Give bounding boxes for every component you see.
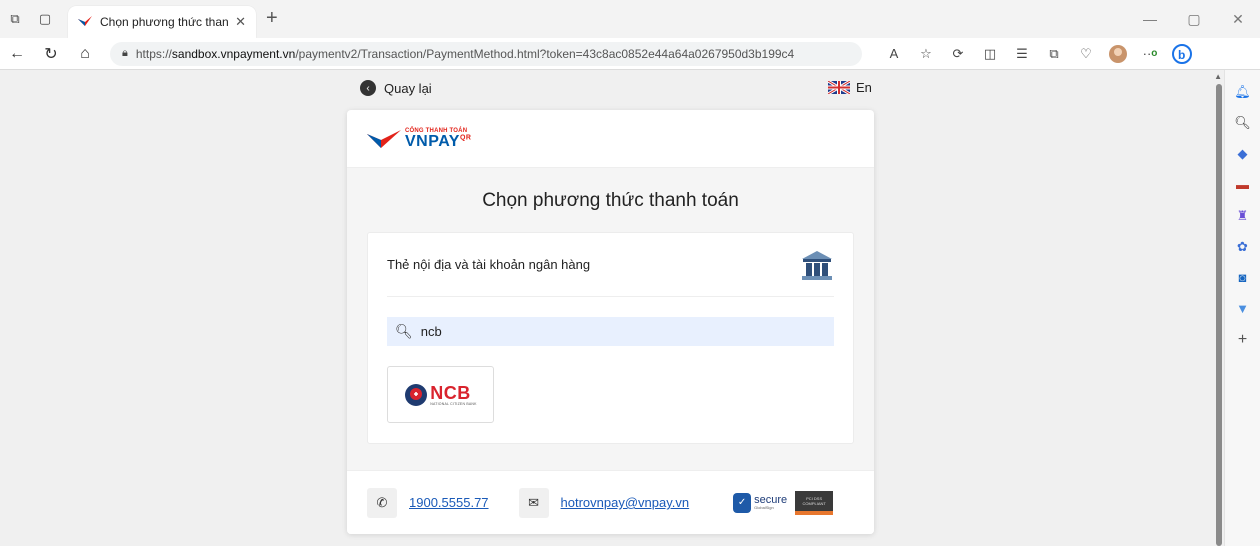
edge-sidebar: 🔔︎ 🔍︎ ◆ ▬ ♜ ✿ ◙ ▼ + (1224, 70, 1260, 546)
read-aloud-icon[interactable]: A (878, 38, 910, 70)
bank-search-input[interactable] (420, 324, 821, 339)
reload-icon[interactable]: ↻ (34, 38, 68, 70)
tools-briefcase-icon[interactable]: ▬ (1229, 169, 1257, 200)
svg-text:b: b (1178, 48, 1185, 62)
payment-card: CỔNG THANH TOÁN VNPAYQR Chọn phương thức… (347, 110, 874, 534)
favorite-star-icon[interactable]: ☆ (910, 38, 942, 70)
language-label: En (856, 80, 872, 95)
ncb-subtitle: NATIONAL CITIZEN BANK (430, 401, 477, 406)
bank-tile-ncb[interactable]: NCB NATIONAL CITIZEN BANK (387, 366, 494, 423)
copilot-badge: o (1151, 48, 1158, 59)
minimize-icon[interactable]: — (1128, 0, 1172, 38)
profile-avatar[interactable] (1102, 38, 1134, 70)
workspaces-icon[interactable]: ⧉ (0, 4, 30, 34)
uk-flag-icon (828, 81, 850, 94)
microsoft-365-icon[interactable]: ✿ (1229, 231, 1257, 262)
tab-actions-icon[interactable]: ▢ (30, 4, 60, 34)
search-icon: 🔍︎ (395, 323, 413, 339)
support-email-link[interactable]: hotrovnpay@vnpay.vn (561, 495, 690, 510)
vnpay-logo: CỔNG THANH TOÁN VNPAYQR (367, 128, 471, 150)
logo-sup-text: QR (459, 134, 472, 142)
back-label: Quay lại (384, 80, 432, 96)
url-path: /paymentv2/Transaction/PaymentMethod.htm… (295, 46, 795, 61)
secure-sub: GlobalSign (754, 505, 774, 510)
ncb-logo-icon (405, 383, 428, 406)
lock-icon[interactable]: 🔒︎ (122, 47, 128, 60)
logo-big-text: VNPAY (405, 132, 460, 150)
shopping-tag-icon[interactable]: ◆ (1229, 138, 1257, 169)
phone-icon: ✆ (367, 487, 397, 518)
hotline-link[interactable]: 1900.5555.77 (409, 495, 489, 510)
outlook-icon[interactable]: ◙ (1229, 262, 1257, 293)
back-icon[interactable]: ← (0, 38, 34, 70)
more-options-icon[interactable]: ·· o (1134, 38, 1166, 70)
logo-header: CỔNG THANH TOÁN VNPAYQR (347, 110, 874, 168)
vnpay-favicon (78, 16, 92, 28)
favorites-icon[interactable]: ☰ (1006, 38, 1038, 70)
chevron-left-icon: ‹ (360, 80, 376, 96)
url-host: sandbox.vnpayment.vn (171, 46, 296, 61)
games-icon[interactable]: ♜ (1229, 200, 1257, 231)
vnpay-logo-icon (367, 129, 401, 148)
support-footer: ✆ 1900.5555.77 ✉ hotrovnpay@vnpay.vn ✓ s… (347, 470, 874, 534)
tab-title: Chọn phương thức thanh toán (100, 15, 229, 29)
window-controls: — ▢ ✕ (1128, 0, 1260, 38)
method-domestic-card[interactable]: Thẻ nội địa và tài khoản ngân hàng (387, 233, 834, 297)
toolbar-icons: A ☆ ⟳ ◫ ☰ ⧉ ♡ ·· o b (878, 38, 1198, 70)
split-screen-icon[interactable]: ◫ (974, 38, 1006, 70)
extensions-icon[interactable]: ⟳ (942, 38, 974, 70)
globalsign-secure-badge: ✓ secure GlobalSign PCI DSS COMPLIANT (733, 490, 834, 515)
mail-icon: ✉ (518, 487, 549, 518)
close-tab-icon[interactable]: ✕ (235, 14, 246, 30)
method-label: Thẻ nội địa và tài khoản ngân hàng (387, 257, 591, 272)
ncb-name: NCB (430, 382, 471, 403)
method-panel: Thẻ nội địa và tài khoản ngân hàng 🔍︎ nc… (367, 232, 854, 444)
sidebar-search-icon[interactable]: 🔍︎ (1229, 107, 1257, 138)
close-window-icon[interactable]: ✕ (1216, 0, 1260, 38)
collections-icon[interactable]: ⧉ (1038, 38, 1070, 70)
copilot-icon[interactable]: b (1166, 38, 1198, 70)
browser-tab-bar: ⧉ ▢ Chọn phương thức thanh toán ✕ + (0, 0, 1260, 38)
new-tab-icon[interactable]: + (266, 7, 278, 30)
bank-search-box[interactable]: 🔍︎ (387, 317, 834, 346)
notification-bell-icon[interactable]: 🔔︎ (1229, 76, 1257, 107)
scroll-up-arrow-icon[interactable]: ▲ (1214, 72, 1222, 81)
ncb-logo: NCB NATIONAL CITIZEN BANK (404, 382, 477, 407)
url-prefix: https:// (135, 46, 172, 61)
secure-lock-icon: ✓ (733, 492, 752, 513)
home-icon[interactable]: ⌂ (68, 38, 102, 70)
language-switch[interactable]: En (828, 80, 872, 95)
bank-building-icon (802, 250, 832, 280)
address-bar-row: ← ↻ ⌂ 🔒︎ https://sandbox.vnpayment.vn/pa… (0, 38, 1260, 70)
add-sidebar-app-icon[interactable]: + (1229, 324, 1257, 355)
url-field[interactable]: 🔒︎ https://sandbox.vnpayment.vn/paymentv… (110, 41, 862, 66)
browser-tab[interactable]: Chọn phương thức thanh toán ✕ (68, 6, 256, 38)
page-scrollbar[interactable] (1216, 84, 1222, 546)
back-link[interactable]: ‹ Quay lại (360, 80, 432, 96)
maximize-icon[interactable]: ▢ (1172, 0, 1216, 38)
drop-icon[interactable]: ▼ (1229, 293, 1257, 324)
page-title: Chọn phương thức thanh toán (482, 190, 739, 211)
pci-dss-badge: PCI DSS COMPLIANT (795, 490, 834, 515)
browser-essentials-icon[interactable]: ♡ (1070, 38, 1102, 70)
